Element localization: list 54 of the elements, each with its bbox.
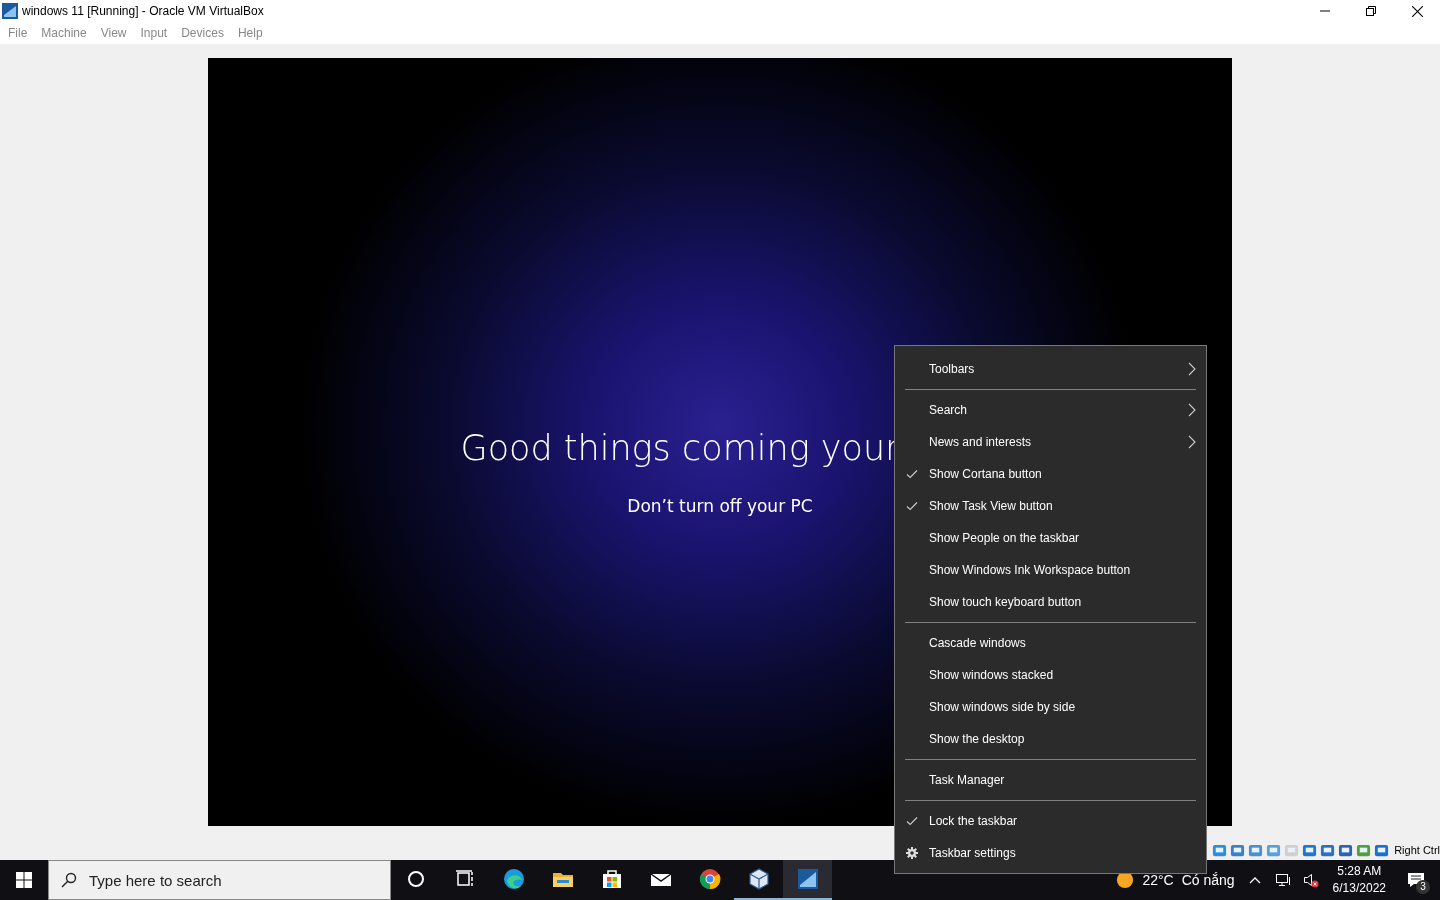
vm-icon — [795, 867, 820, 891]
virtualbox-logo-icon — [2, 3, 18, 19]
context-menu-item[interactable]: Show touch keyboard button — [895, 586, 1206, 618]
context-menu-item[interactable]: Toolbars — [895, 353, 1206, 385]
context-menu-item[interactable]: Task Manager — [895, 764, 1206, 796]
context-menu-item[interactable]: Search — [895, 394, 1206, 426]
context-menu-item[interactable]: Cascade windows — [895, 627, 1206, 659]
speaker-muted-icon[interactable] — [1302, 872, 1319, 888]
context-menu-item[interactable]: Taskbar settings — [895, 837, 1206, 869]
context-menu-item[interactable]: Show People on the taskbar — [895, 522, 1206, 554]
search-field[interactable]: Type here to search — [87, 870, 371, 890]
device-status-icon[interactable] — [1248, 842, 1264, 858]
menu-item[interactable]: Machine — [35, 26, 95, 40]
chevron-right-icon — [1188, 362, 1196, 376]
search-icon — [61, 872, 77, 888]
device-status-icon[interactable] — [1212, 842, 1228, 858]
search-bar[interactable]: Type here to search — [48, 860, 391, 900]
menu-item[interactable]: Help — [231, 26, 271, 40]
edge-icon — [501, 867, 526, 891]
context-menu-item[interactable]: Lock the taskbar — [895, 805, 1206, 837]
clock-date[interactable]: 6/13/2022 — [1332, 880, 1386, 897]
host-key-label: Right Ctrl — [1394, 844, 1440, 856]
update-subheading: Don’t turn off your PC — [627, 496, 813, 516]
context-menu-item[interactable]: Show the desktop — [895, 723, 1206, 755]
restore-icon — [1366, 6, 1376, 16]
taskbar-vm-button[interactable] — [783, 860, 832, 900]
context-menu-item[interactable]: Show windows stacked — [895, 659, 1206, 691]
notification-count-badge: 3 — [1416, 880, 1430, 894]
device-status-icon[interactable] — [1230, 842, 1246, 858]
weather-condition[interactable]: Có nắng — [1181, 872, 1235, 888]
window-title: windows 11 [Running] - Oracle VM VirtualBox — [22, 4, 264, 18]
sun-icon[interactable] — [1116, 871, 1135, 889]
device-status-icon[interactable] — [1356, 842, 1372, 858]
menu-item[interactable]: View — [94, 26, 135, 40]
device-status-icon[interactable] — [1302, 842, 1318, 858]
context-menu-item[interactable]: Show windows side by side — [895, 691, 1206, 723]
close-icon — [1411, 5, 1423, 17]
context-menu-item[interactable]: Show Task View button — [895, 490, 1206, 522]
menu-item[interactable]: File — [2, 26, 36, 40]
weather-temperature[interactable]: 22°C — [1142, 872, 1174, 888]
device-status-icon[interactable] — [1374, 842, 1390, 858]
context-menu-item[interactable]: Show Windows Ink Workspace button — [895, 554, 1206, 586]
gear-icon — [906, 847, 918, 859]
menu-item[interactable]: Input — [134, 26, 176, 40]
device-status-icon[interactable] — [1338, 842, 1354, 858]
clock-time[interactable]: 5:28 AM — [1337, 863, 1382, 880]
windows-logo-icon — [16, 872, 32, 888]
virtualbox-icon — [746, 867, 771, 891]
chevron-right-icon — [1188, 435, 1196, 449]
device-status-icon[interactable] — [1320, 842, 1336, 858]
chrome-icon — [697, 867, 722, 891]
chevron-right-icon — [1188, 403, 1196, 417]
menu-item[interactable]: Devices — [175, 26, 232, 40]
network-icon[interactable] — [1274, 872, 1291, 888]
